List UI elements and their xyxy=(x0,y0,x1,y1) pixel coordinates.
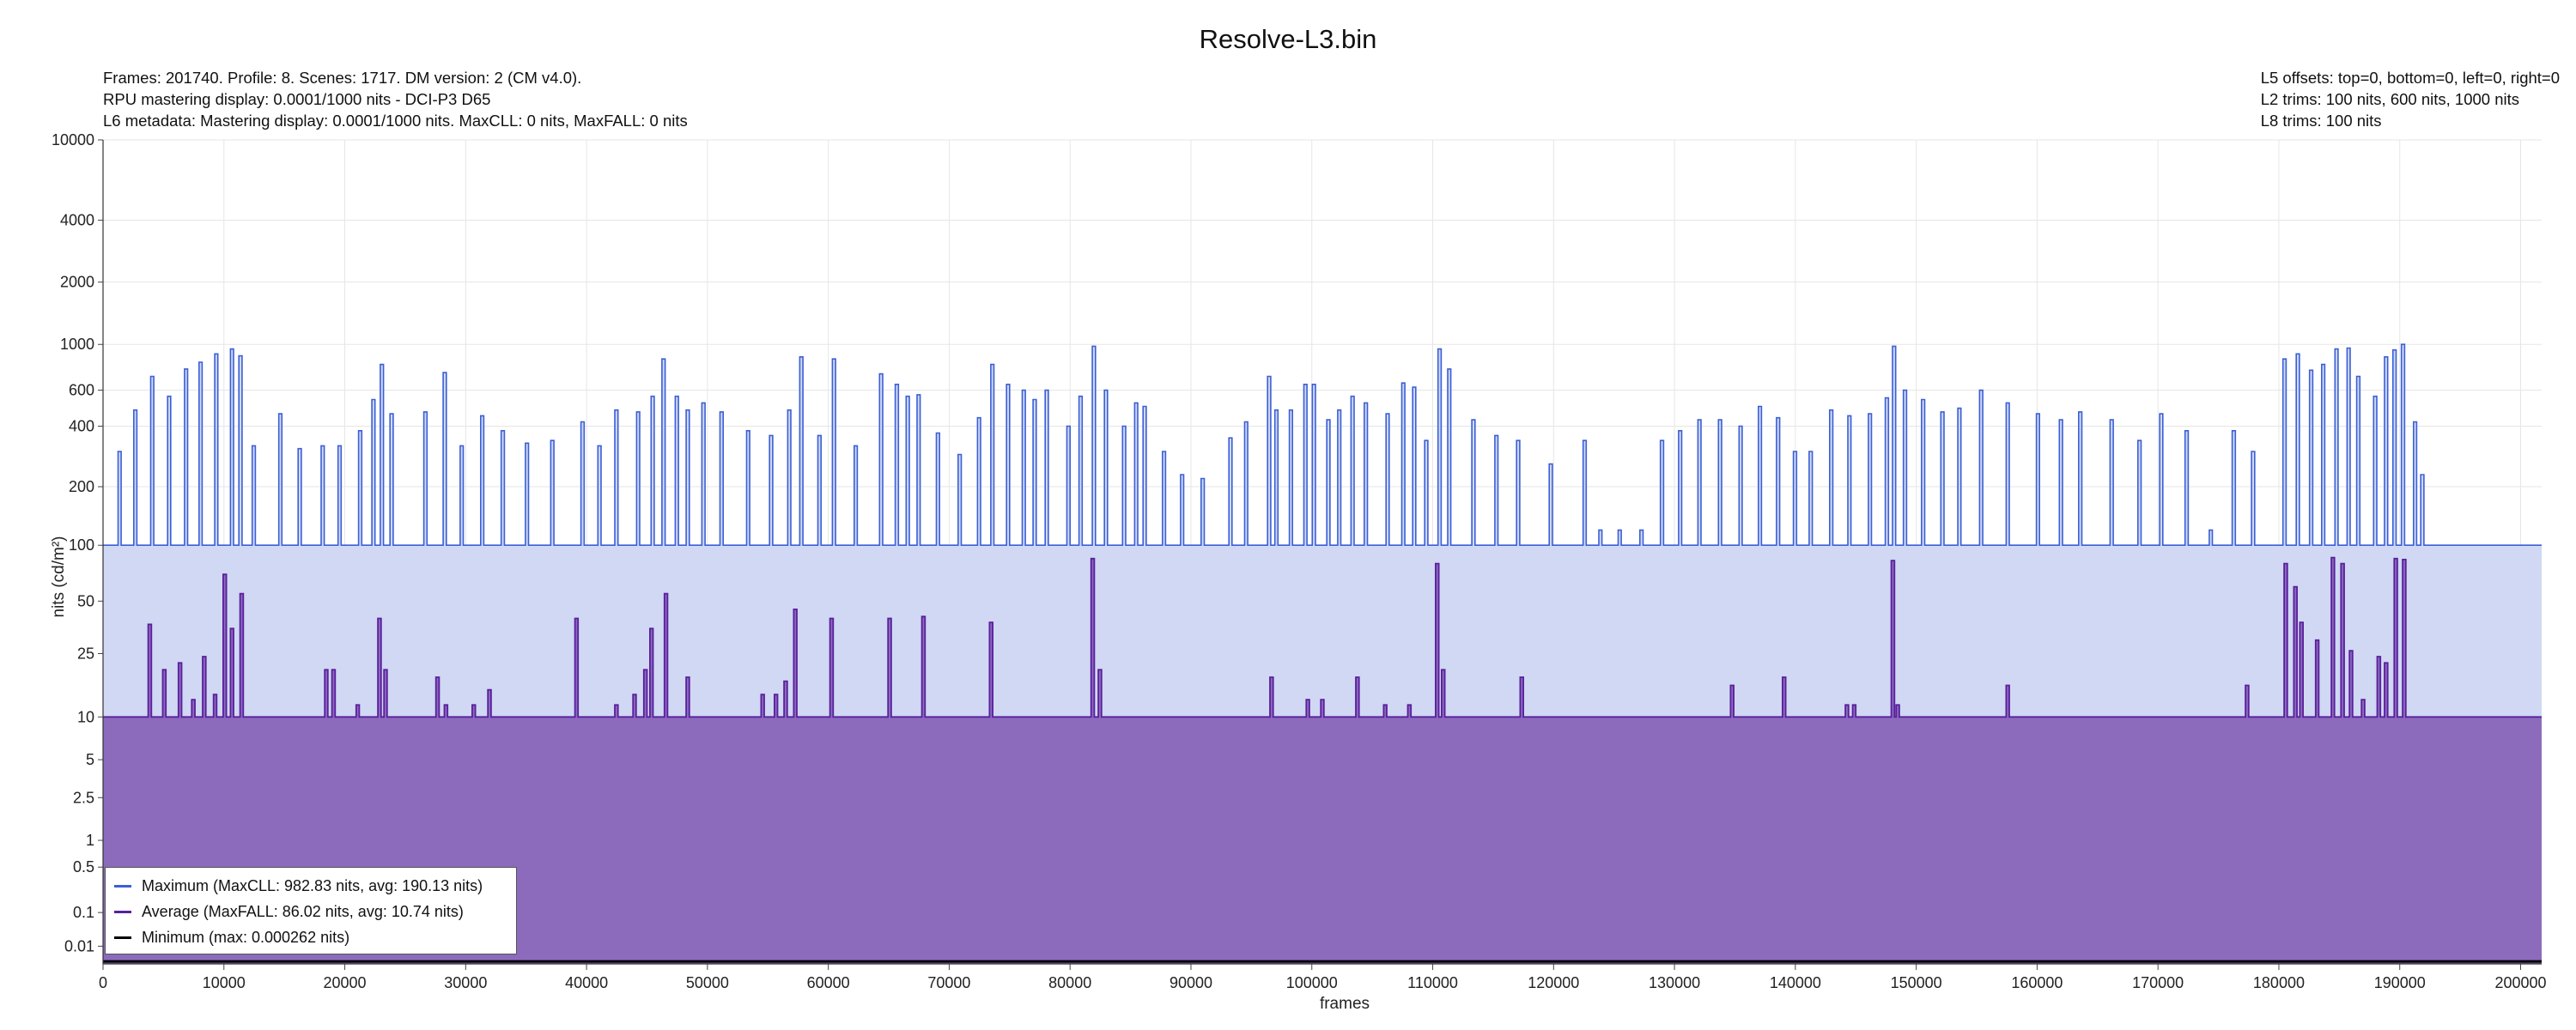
y-tick-label: 600 xyxy=(69,382,94,399)
x-tick-label: 0 xyxy=(99,974,107,991)
x-tick-label: 100000 xyxy=(1286,974,1338,991)
y-tick-label: 10000 xyxy=(52,131,94,148)
y-tick-label: 2000 xyxy=(60,274,94,291)
x-tick-label: 120000 xyxy=(1528,974,1579,991)
y-tick-label: 5 xyxy=(86,751,94,768)
x-tick-label: 200000 xyxy=(2494,974,2546,991)
x-tick-label: 80000 xyxy=(1048,974,1091,991)
x-tick-label: 160000 xyxy=(2011,974,2063,991)
legend-swatch-average xyxy=(114,910,131,913)
legend-item-maximum: Maximum (MaxCLL: 982.83 nits, avg: 190.1… xyxy=(114,873,507,899)
x-tick-label: 150000 xyxy=(1891,974,1942,991)
x-tick-label: 190000 xyxy=(2374,974,2426,991)
legend: Maximum (MaxCLL: 982.83 nits, avg: 190.1… xyxy=(105,867,517,954)
legend-item-average: Average (MaxFALL: 86.02 nits, avg: 10.74… xyxy=(114,899,507,924)
x-axis-label: frames xyxy=(1320,995,1370,1013)
x-tick-label: 30000 xyxy=(444,974,487,991)
legend-label-minimum: Minimum (max: 0.000262 nits) xyxy=(142,928,350,946)
legend-label-maximum: Maximum (MaxCLL: 982.83 nits, avg: 190.1… xyxy=(142,876,483,894)
maximum-series-line xyxy=(103,343,2542,546)
x-tick-label: 10000 xyxy=(203,974,246,991)
y-tick-label: 0.01 xyxy=(64,937,94,954)
y-tick-label: 25 xyxy=(77,645,94,663)
x-tick-label: 140000 xyxy=(1770,974,1821,991)
x-tick-label: 70000 xyxy=(927,974,970,991)
x-tick-label: 180000 xyxy=(2253,974,2305,991)
x-tick-label: 60000 xyxy=(807,974,850,991)
x-tick-label: 20000 xyxy=(324,974,367,991)
x-tick-label: 40000 xyxy=(565,974,608,991)
y-tick-label: 0.5 xyxy=(73,858,94,876)
x-tick-label: 130000 xyxy=(1649,974,1700,991)
legend-swatch-minimum xyxy=(114,936,131,939)
y-tick-label: 2.5 xyxy=(73,789,94,806)
x-tick-label: 110000 xyxy=(1407,974,1458,991)
y-tick-label: 10 xyxy=(77,708,94,725)
legend-label-average: Average (MaxFALL: 86.02 nits, avg: 10.74… xyxy=(142,902,464,920)
y-tick-label: 0.1 xyxy=(73,904,94,921)
x-tick-label: 170000 xyxy=(2132,974,2184,991)
legend-swatch-maximum xyxy=(114,884,131,888)
y-tick-label: 4000 xyxy=(60,212,94,229)
y-tick-label: 50 xyxy=(77,592,94,609)
x-tick-label: 90000 xyxy=(1170,974,1212,991)
y-tick-label: 1 xyxy=(86,832,94,849)
y-tick-label: 1000 xyxy=(60,336,94,353)
y-tick-label: 400 xyxy=(69,418,94,435)
y-tick-label: 200 xyxy=(69,478,94,495)
y-axis-label: nits (cd/m²) xyxy=(50,536,68,618)
y-tick-label: 100 xyxy=(69,536,94,554)
legend-item-minimum: Minimum (max: 0.000262 nits) xyxy=(114,924,507,950)
x-tick-label: 50000 xyxy=(686,974,729,991)
